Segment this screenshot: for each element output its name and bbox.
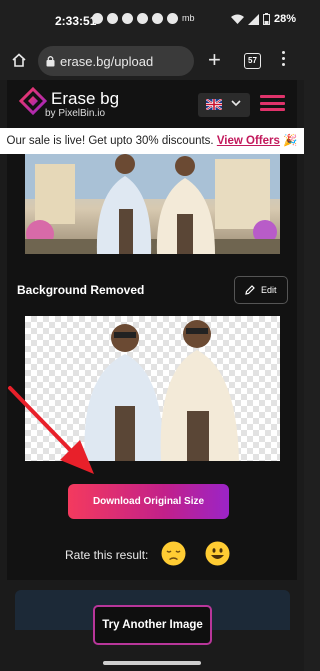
promo-banner: Our sale is live! Get upto 30% discounts… <box>0 128 304 154</box>
url-text[interactable]: erase.bg/upload <box>60 54 153 69</box>
battery-icon <box>262 13 270 25</box>
wifi-icon <box>230 14 244 24</box>
sad-face-icon[interactable] <box>161 541 186 566</box>
site-header: Erase bg by PixelBin.io <box>0 80 304 128</box>
original-image <box>25 154 280 254</box>
view-offers-link[interactable]: View Offers <box>217 135 280 147</box>
status-bar: 2:33:51 mb 28% <box>0 0 304 42</box>
phone-icon <box>137 13 148 24</box>
cutout-figures <box>84 320 239 461</box>
uk-flag-icon <box>206 99 222 110</box>
try-another-image-button[interactable]: Try Another Image <box>93 605 212 645</box>
home-icon[interactable] <box>11 52 27 68</box>
download-original-size-button[interactable]: Download Original Size <box>68 484 229 519</box>
web-page: Erase bg by PixelBin.io Our sale is live… <box>0 80 304 671</box>
tab-switcher-icon[interactable]: 57 <box>244 53 261 69</box>
rate-label: Rate this result: <box>65 548 149 562</box>
erase-bg-logo-icon[interactable] <box>19 87 47 115</box>
settings-icon <box>122 13 133 24</box>
instagram-icon <box>152 13 163 24</box>
battery-percent: 28% <box>273 13 296 25</box>
gesture-home-bar[interactable] <box>103 661 201 665</box>
background-removed-image <box>25 316 280 461</box>
twitter-icon <box>167 13 178 24</box>
chevron-down-icon <box>231 100 241 107</box>
new-tab-icon[interactable]: + <box>208 49 221 71</box>
pencil-icon <box>245 285 255 295</box>
promo-text: Our sale is live! Get upto 30% discounts… <box>6 135 214 147</box>
message-icon <box>92 13 103 24</box>
edit-button[interactable]: Edit <box>234 276 288 304</box>
more-options-icon[interactable] <box>282 51 285 66</box>
lock-icon <box>46 56 55 67</box>
section-title: Background Removed <box>17 283 145 297</box>
promo-emoji: 🎉 <box>283 135 298 147</box>
browser-toolbar: erase.bg/upload + 57 <box>0 42 304 80</box>
system-status: 28% <box>230 13 296 25</box>
hamburger-menu-icon[interactable] <box>260 95 285 111</box>
notification-icons: mb <box>92 13 195 24</box>
happy-face-icon[interactable] <box>205 541 230 566</box>
status-time: 2:33:51 <box>55 14 97 28</box>
language-selector[interactable] <box>198 93 250 117</box>
edit-label: Edit <box>261 285 277 295</box>
logo-title[interactable]: Erase bg <box>51 89 119 109</box>
signal-icon <box>247 13 259 25</box>
original-photo-scene <box>25 154 280 254</box>
logo-subtitle: by PixelBin.io <box>45 108 106 119</box>
address-bar[interactable]: erase.bg/upload <box>38 46 194 76</box>
whatsapp-icon <box>107 13 118 24</box>
status-extra: mb <box>182 13 195 23</box>
